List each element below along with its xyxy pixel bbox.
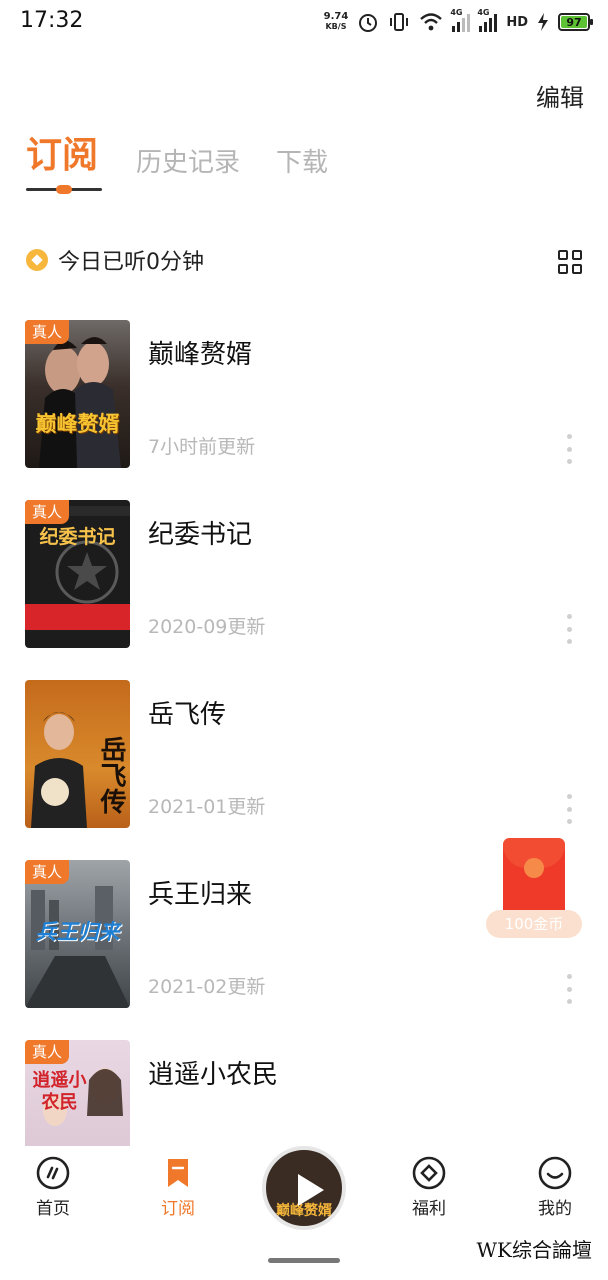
book-update-time: 2021-02更新 [148,976,266,998]
book-cover[interactable]: 巅峰赘婿 真人 [25,320,130,468]
book-update-time: 2020-09更新 [148,616,266,638]
book-update-time: 2021-01更新 [148,796,266,818]
cover-title: 纪委书记 [39,526,116,548]
tab-history[interactable]: 历史记录 [136,142,240,179]
nav-label: 福利 [412,1199,446,1219]
home-indicator[interactable] [268,1258,340,1263]
play-icon [298,1174,324,1206]
cover-title: 逍遥小农民 [32,1070,87,1113]
list-item[interactable]: 逍遥小农民 真人 逍遥小农民 [0,1040,608,1146]
bottom-nav: 首页 订阅 巅峰赘婿 福利 我的 [0,1146,608,1230]
cover-title: 岳飞传 [96,736,126,814]
book-title: 纪委书记 [148,520,253,550]
welfare-icon [412,1156,446,1190]
nav-label: 我的 [538,1199,572,1219]
battery-level: 97 [566,15,582,29]
battery-icon: 97 [558,13,593,31]
hd-icon: HD [506,14,528,30]
list-item[interactable]: 纪委书记 真人 纪委书记 2020-09更新 [0,500,608,650]
net-speed-indicator: 9.74 KB/S [324,12,349,32]
real-voice-badge: 真人 [25,320,69,344]
book-cover[interactable]: 岳飞传 [25,680,130,828]
tab-indicator [26,185,102,194]
list-item[interactable]: 巅峰赘婿 真人 巅峰赘婿 7小时前更新 [0,320,608,470]
more-options-icon[interactable] [566,434,572,464]
red-packet-label: 100金币 [486,910,582,938]
edit-button[interactable]: 编辑 [536,78,584,113]
more-options-icon[interactable] [566,614,572,644]
tab-subscribe[interactable]: 订阅 [26,126,98,178]
book-update-time: 7小时前更新 [148,436,256,458]
book-title: 逍遥小农民 [148,1060,279,1090]
network-tag: 4G [450,8,463,17]
book-title: 岳飞传 [148,700,227,730]
bookmark-icon [168,1159,188,1187]
status-icons: 9.74 KB/S 4G 4G HD 97 [324,8,593,35]
book-title: 兵王归来 [148,880,253,910]
book-cover[interactable]: 逍遥小农民 真人 [25,1040,130,1146]
nav-welfare[interactable]: 福利 [389,1156,469,1219]
red-packet-icon [503,838,565,920]
signal-icon: 4G [477,8,498,32]
listen-time-text: 今日已听0分钟 [58,250,204,275]
list-item[interactable]: 岳飞传 岳飞传 2021-01更新 [0,680,608,830]
book-cover[interactable]: 兵王归来 真人 [25,860,130,1008]
status-time: 17:32 [20,8,84,33]
wifi-icon [420,13,443,31]
network-tag: 4G [477,8,490,17]
more-options-icon[interactable] [566,794,572,824]
book-title: 巅峰赘婿 [148,340,253,370]
real-voice-badge: 真人 [25,1040,69,1064]
net-speed-value: 9.74 [323,11,349,22]
nav-home[interactable]: 首页 [13,1156,93,1219]
listen-summary: 今日已听0分钟 [26,244,204,276]
now-playing-button[interactable]: 巅峰赘婿 [262,1146,346,1230]
grid-view-icon[interactable] [558,250,582,274]
more-options-icon[interactable] [566,974,572,1004]
tab-download[interactable]: 下载 [276,142,328,179]
nav-label: 首页 [36,1199,70,1219]
signal-icon: 4G [450,8,471,32]
real-voice-badge: 真人 [25,500,69,524]
status-bar: 17:32 9.74 KB/S 4G 4G HD 97 [0,0,608,44]
nav-subscribe[interactable]: 订阅 [138,1156,218,1219]
vibrate-icon [390,13,409,31]
alarm-icon [359,14,378,32]
real-voice-badge: 真人 [25,860,69,884]
cover-title: 兵王归来 [35,919,120,944]
coin-icon [26,249,48,271]
smile-icon [538,1156,572,1190]
red-packet-reward[interactable]: 100金币 [486,838,582,940]
nav-me[interactable]: 我的 [515,1156,595,1219]
watermark: WK综合論壇 [476,1238,593,1262]
home-icon [36,1156,70,1190]
nav-label: 订阅 [161,1199,195,1219]
cover-title: 巅峰赘婿 [35,411,120,436]
net-speed-unit: KB/S [325,22,347,31]
book-cover[interactable]: 纪委书记 真人 [25,500,130,648]
charging-icon [538,13,548,31]
